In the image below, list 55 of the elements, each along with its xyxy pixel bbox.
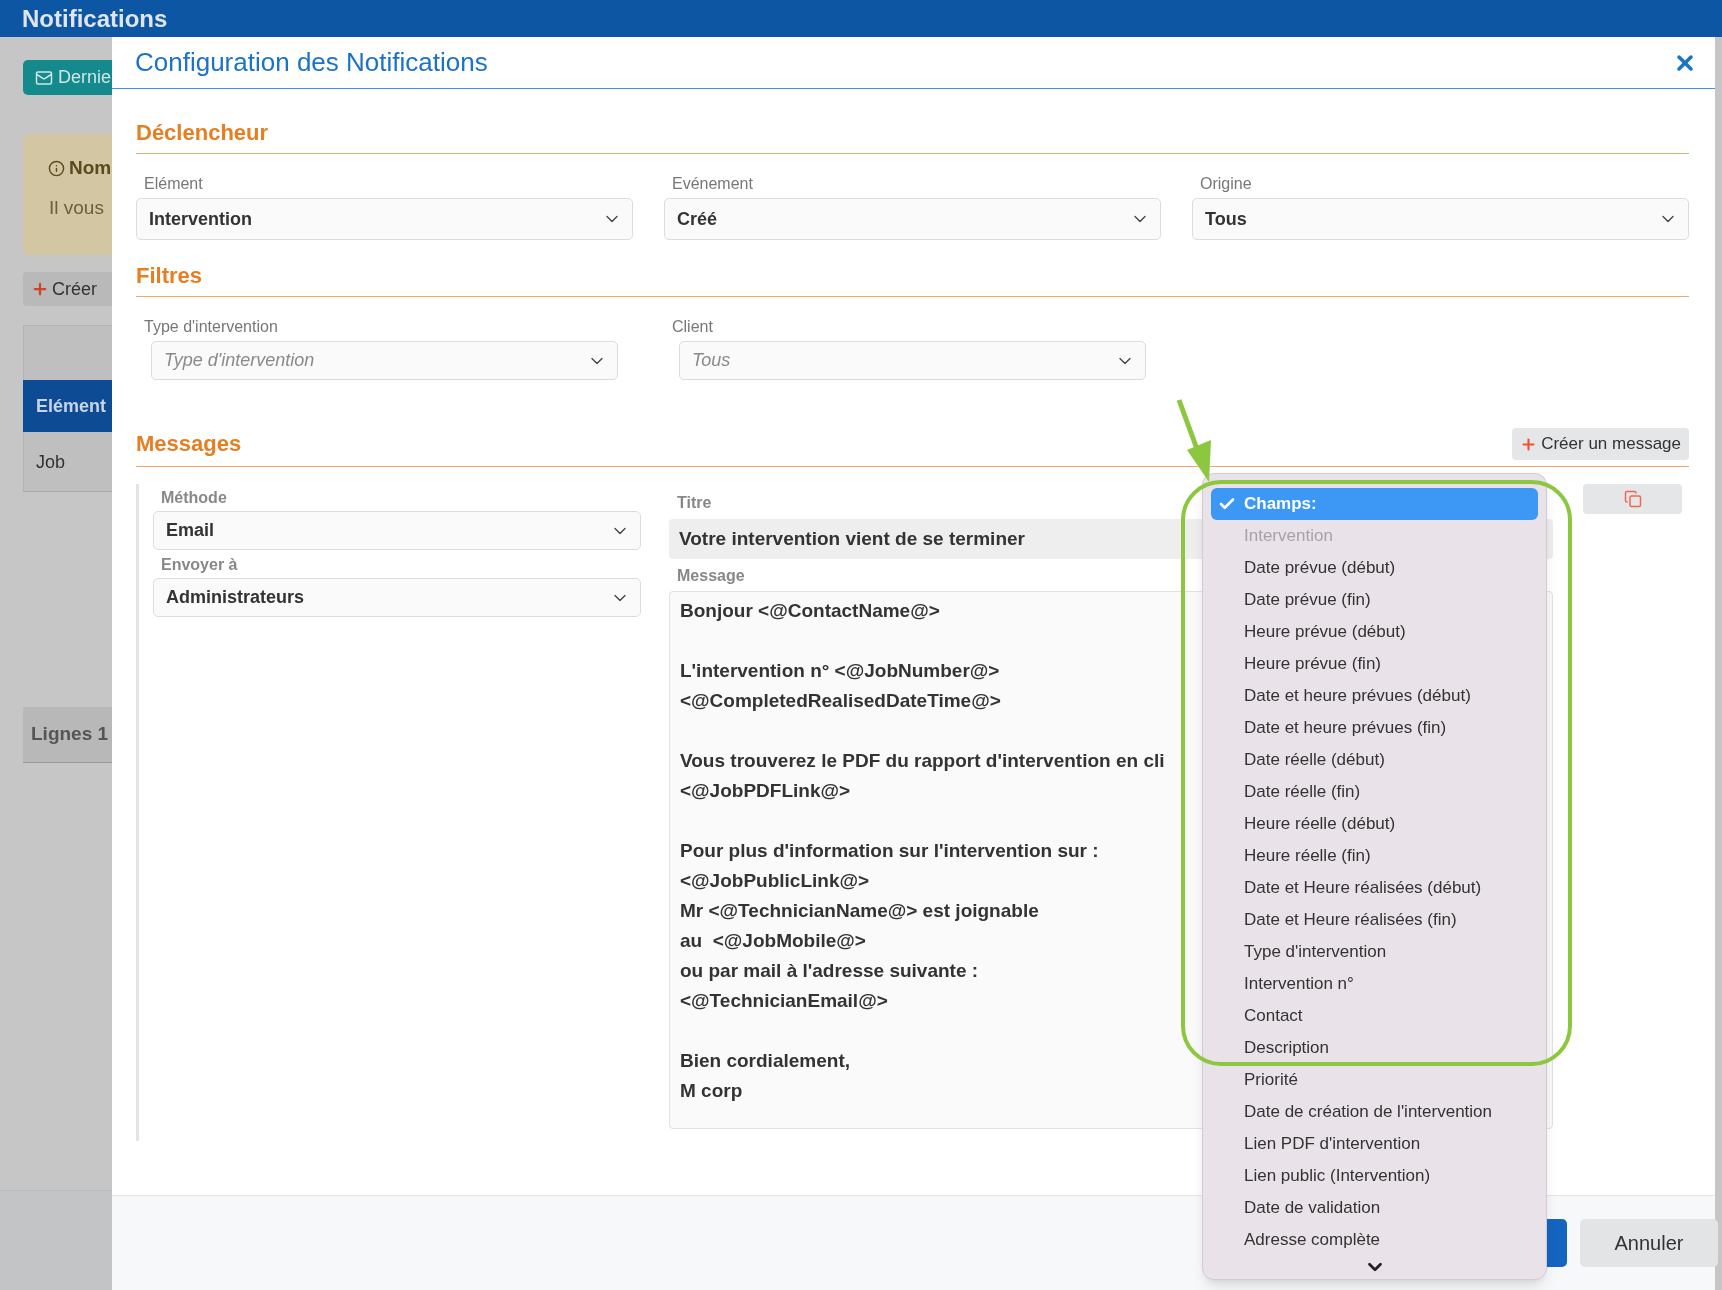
field-label: Origine <box>1199 174 1253 194</box>
info-icon <box>48 159 65 177</box>
menu-item[interactable]: Date et Heure réalisées (fin) <box>1211 904 1538 936</box>
menu-item[interactable]: Heure prévue (début) <box>1211 616 1538 648</box>
app-title: Notifications <box>22 3 168 34</box>
menu-item[interactable]: Heure prévue (fin) <box>1211 648 1538 680</box>
field-label: Méthode <box>160 488 228 508</box>
copy-icon <box>1623 490 1642 508</box>
field-label: Elément <box>143 174 204 194</box>
menu-item[interactable]: Date réelle (début) <box>1211 744 1538 776</box>
menu-item[interactable]: Date et heure prévues (début) <box>1211 680 1538 712</box>
menu-item[interactable]: Contact <box>1211 1000 1538 1032</box>
select-field[interactable]: Intervention <box>136 198 633 240</box>
message-paragraph: Bonjour <@ContactName@> <box>680 599 940 623</box>
plus-icon <box>1520 435 1538 453</box>
field-label: Type d'intervention <box>143 317 279 337</box>
create-message-button[interactable]: Créer un message <box>1512 428 1689 460</box>
menu-item[interactable]: Intervention n° <box>1211 968 1538 1000</box>
menu-item[interactable]: Heure réelle (fin) <box>1211 840 1538 872</box>
menu-item[interactable]: Type d'intervention <box>1211 936 1538 968</box>
menu-item[interactable]: Heure réelle (début) <box>1211 808 1538 840</box>
plus-icon <box>31 280 49 298</box>
menu-item[interactable]: Lien public (Intervention) <box>1211 1160 1538 1192</box>
message-paragraph: Bien cordialement, M corp <box>680 1049 850 1103</box>
field-label: Evénement <box>671 174 754 194</box>
create-button[interactable]: Créer <box>23 272 112 306</box>
menu-item[interactable]: Date réelle (fin) <box>1211 776 1538 808</box>
recipient-select[interactable]: Administrateurs <box>153 578 641 617</box>
menu-item[interactable]: Adresse complète <box>1211 1224 1538 1256</box>
message-paragraph: Pour plus d'information sur l'intervention sur : <@JobPublicLink@> Mr <@TechnicianName@> est joignable au <@JobMobile@> ou par mail à l'adresse suivante : <@TechnicianEmail@> <box>680 839 1099 1013</box>
message-paragraph: Vous trouverez le PDF du rapport d'intervention en cli <@JobPDFLink@> <box>680 749 1165 803</box>
mail-icon <box>35 68 53 87</box>
section-heading: Déclencheur <box>136 120 270 146</box>
field-label: Titre <box>676 493 712 513</box>
select-field[interactable]: Créé <box>664 198 1161 240</box>
menu-item[interactable]: Priorité <box>1211 1064 1538 1096</box>
table-header: Elément <box>23 380 112 432</box>
section-heading: Messages <box>136 431 242 457</box>
message-paragraph: L'intervention n° <@JobNumber@> <@CompletedRealisedDateTime@> <box>680 659 1001 713</box>
select-field[interactable]: Tous <box>1192 198 1689 240</box>
notice-title: Nom <box>48 154 112 183</box>
menu-item[interactable]: Lien PDF d'intervention <box>1211 1128 1538 1160</box>
menu-item[interactable]: Date et heure prévues (fin) <box>1211 712 1538 744</box>
dialog-title: Configuration des Notifications <box>135 46 488 79</box>
method-select[interactable]: Email <box>153 511 641 550</box>
field-label: Envoyer à <box>160 555 239 575</box>
menu-item[interactable]: Date et Heure réalisées (début) <box>1211 872 1538 904</box>
notice-text: Il vous <box>49 196 104 220</box>
section-heading: Filtres <box>136 263 204 289</box>
menu-item[interactable]: Date de validation <box>1211 1192 1538 1224</box>
menu-item[interactable]: Date de création de l'intervention <box>1211 1096 1538 1128</box>
menu-item[interactable]: Date prévue (fin) <box>1211 584 1538 616</box>
field-label: Message <box>676 566 745 586</box>
cancel-button[interactable]: Annuler <box>1580 1219 1718 1267</box>
field-label: Client <box>671 317 714 337</box>
